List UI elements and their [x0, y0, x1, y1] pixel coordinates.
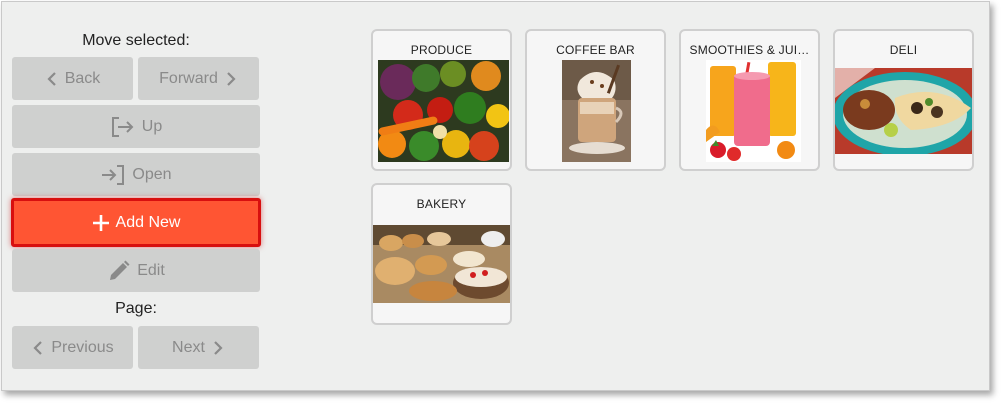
back-label: Back	[64, 69, 101, 87]
smoothies-photo	[706, 60, 801, 162]
tile-label: SMOOTHIES & JUI…	[689, 43, 810, 57]
forward-button[interactable]: Forward	[138, 57, 259, 100]
tile-label: PRODUCE	[410, 43, 473, 57]
tile-label: BAKERY	[416, 197, 467, 211]
add-new-label: Add New	[115, 213, 181, 231]
category-tile-deli[interactable]: DELI	[833, 29, 974, 171]
chevron-left-icon	[33, 340, 43, 355]
chevron-right-icon	[227, 71, 236, 86]
category-tile-smoothies-juices[interactable]: SMOOTHIES & JUI…	[679, 29, 820, 171]
previous-button[interactable]: Previous	[12, 326, 133, 369]
next-button[interactable]: Next	[138, 326, 259, 369]
up-label: Up	[141, 117, 163, 135]
tile-label: COFFEE BAR	[556, 43, 635, 57]
tile-label: DELI	[889, 43, 918, 57]
exit-up-icon	[111, 116, 134, 137]
pencil-icon	[110, 260, 130, 280]
page-label: Page:	[115, 300, 157, 317]
up-button[interactable]: Up	[12, 105, 260, 148]
coffee-photo	[562, 60, 631, 162]
forward-label: Forward	[159, 69, 218, 87]
bakery-photo	[373, 225, 510, 303]
move-selected-label: Move selected:	[82, 32, 190, 49]
chevron-right-icon	[214, 340, 223, 355]
next-label: Next	[172, 338, 205, 356]
enter-open-icon	[102, 164, 125, 185]
edit-button[interactable]: Edit	[12, 249, 260, 292]
previous-label: Previous	[51, 338, 114, 356]
edit-label: Edit	[137, 261, 165, 279]
chevron-left-icon	[47, 71, 56, 86]
category-tile-bakery[interactable]: BAKERY	[371, 183, 512, 325]
add-new-button[interactable]: Add New	[11, 198, 261, 247]
open-label: Open	[132, 165, 172, 183]
plus-icon	[92, 214, 109, 231]
category-tile-produce[interactable]: PRODUCE	[371, 29, 512, 171]
deli-photo	[835, 68, 972, 154]
open-button[interactable]: Open	[12, 153, 260, 196]
category-tile-coffee-bar[interactable]: COFFEE BAR	[525, 29, 666, 171]
back-button[interactable]: Back	[12, 57, 133, 100]
produce-photo	[378, 60, 509, 162]
category-manager-panel: Move selected: Back Forward Up Open Add …	[1, 1, 990, 391]
